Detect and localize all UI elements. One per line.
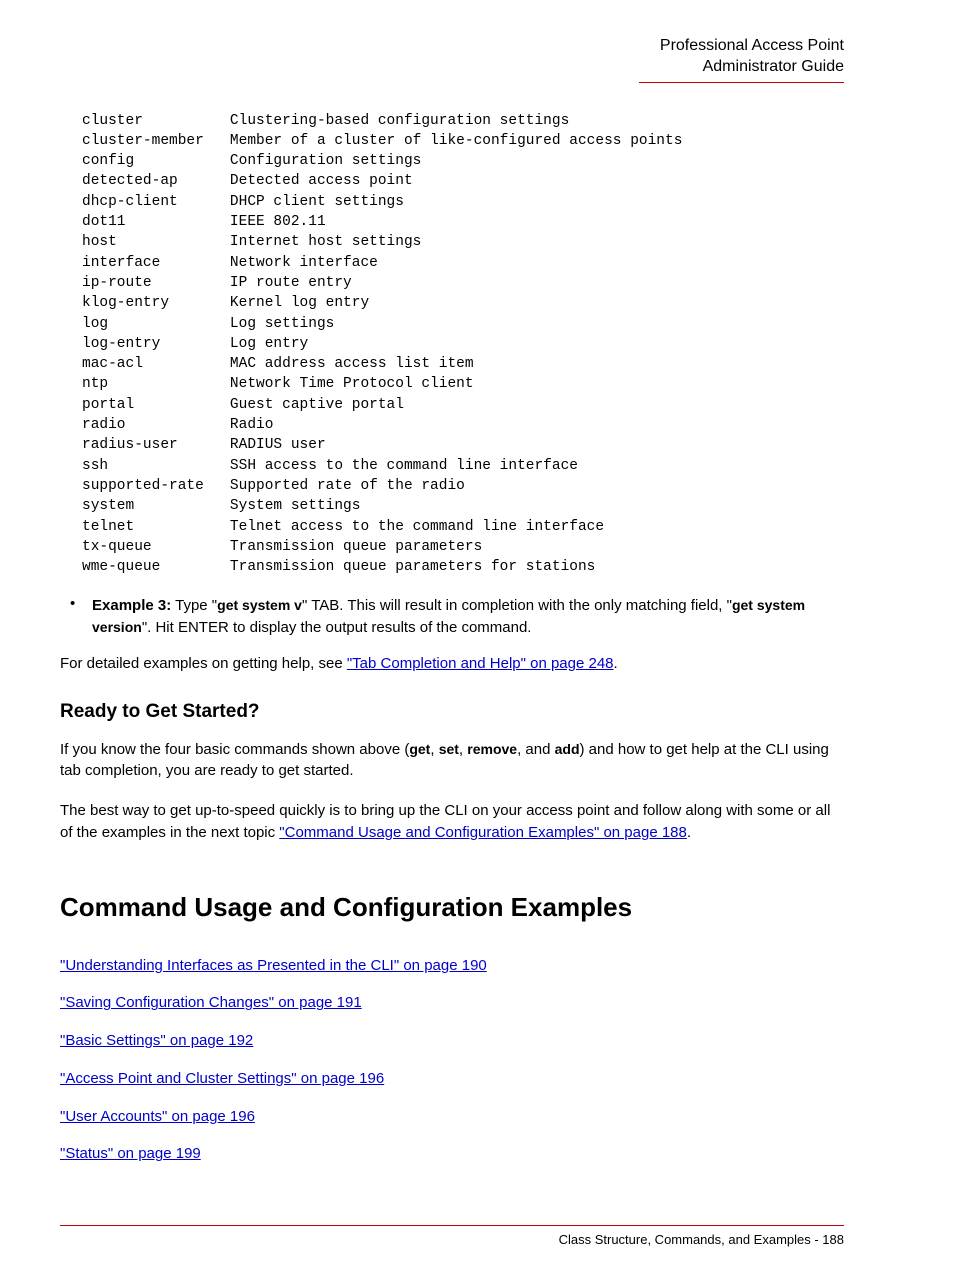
example-3-cmd1: get system v [217, 597, 302, 613]
ready-paragraph-2: The best way to get up-to-speed quickly … [60, 800, 844, 844]
example-3-bullet: • Example 3: Type "get system v" TAB. Th… [70, 595, 844, 639]
topic-link[interactable]: "Understanding Interfaces as Presented i… [60, 957, 487, 974]
footer-text: Class Structure, Commands, and Examples … [60, 1232, 844, 1247]
topic-link[interactable]: "User Accounts" on page 196 [60, 1108, 255, 1125]
detail-help-line: For detailed examples on getting help, s… [60, 653, 844, 675]
example-3-text: Example 3: Type "get system v" TAB. This… [92, 595, 844, 639]
ready-to-get-started-heading: Ready to Get Started? [60, 701, 844, 723]
header-title-line2: Administrator Guide [60, 57, 844, 78]
topic-link[interactable]: "Basic Settings" on page 192 [60, 1032, 253, 1049]
page-footer: Class Structure, Commands, and Examples … [60, 1225, 894, 1247]
tab-completion-help-link[interactable]: "Tab Completion and Help" on page 248 [347, 655, 614, 672]
ready-paragraph-1: If you know the four basic commands show… [60, 739, 844, 783]
example-3-label: Example 3: [92, 597, 171, 614]
bullet-dot: • [70, 595, 92, 639]
command-usage-heading: Command Usage and Configuration Examples [60, 892, 844, 923]
footer-rule [60, 1225, 844, 1226]
topic-link[interactable]: "Access Point and Cluster Settings" on p… [60, 1070, 384, 1087]
page-header: Professional Access Point Administrator … [60, 36, 844, 78]
topic-link-list: "Understanding Interfaces as Presented i… [60, 955, 844, 1166]
header-title-line1: Professional Access Point [60, 36, 844, 57]
cli-class-table: cluster Clustering-based configuration s… [82, 111, 844, 578]
topic-link[interactable]: "Status" on page 199 [60, 1145, 201, 1162]
header-rule [639, 82, 844, 83]
topic-link[interactable]: "Saving Configuration Changes" on page 1… [60, 994, 362, 1011]
command-usage-link-inline[interactable]: "Command Usage and Configuration Example… [279, 824, 687, 841]
